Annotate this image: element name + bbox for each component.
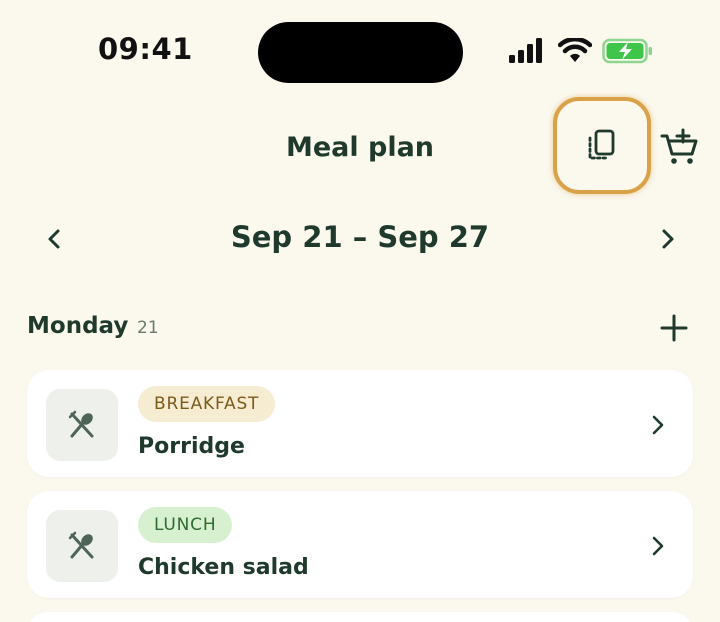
meal-type-tag: BREAKFAST bbox=[138, 386, 276, 422]
wifi-icon bbox=[558, 38, 592, 62]
meal-thumbnail bbox=[46, 389, 118, 461]
week-range: Sep 21 – Sep 27 bbox=[230, 220, 490, 254]
meal-thumbnail bbox=[46, 510, 118, 582]
cellular-signal-icon bbox=[509, 38, 542, 63]
chevron-right-icon bbox=[652, 415, 664, 435]
meal-card-next[interactable] bbox=[27, 612, 693, 622]
meal-plan-screen: 09:41 Meal plan Sep 21 – Sep 27 Monday 2… bbox=[0, 0, 720, 622]
day-name: Monday bbox=[27, 313, 129, 339]
meal-name: Chicken salad bbox=[138, 555, 309, 580]
meal-type-tag: LUNCH bbox=[138, 507, 233, 543]
add-to-cart-icon bbox=[660, 128, 698, 164]
fork-spoon-icon bbox=[68, 531, 94, 559]
chevron-right-icon bbox=[662, 229, 674, 249]
day-number: 21 bbox=[137, 318, 159, 338]
status-time: 09:41 bbox=[98, 32, 193, 66]
dynamic-island bbox=[258, 22, 463, 83]
copy-week-icon bbox=[588, 129, 615, 159]
plus-icon bbox=[660, 314, 688, 342]
add-meal-button[interactable] bbox=[658, 312, 690, 344]
meal-card-lunch[interactable]: LUNCH Chicken salad bbox=[27, 491, 693, 598]
chevron-right-icon bbox=[652, 536, 664, 556]
next-week-button[interactable] bbox=[652, 224, 682, 254]
meal-name: Porridge bbox=[138, 434, 245, 459]
copy-week-button[interactable] bbox=[553, 97, 651, 194]
add-to-cart-button[interactable] bbox=[660, 128, 700, 168]
battery-charging-icon bbox=[602, 38, 652, 64]
meal-card-breakfast[interactable]: BREAKFAST Porridge bbox=[27, 370, 693, 477]
fork-spoon-icon bbox=[68, 410, 94, 438]
